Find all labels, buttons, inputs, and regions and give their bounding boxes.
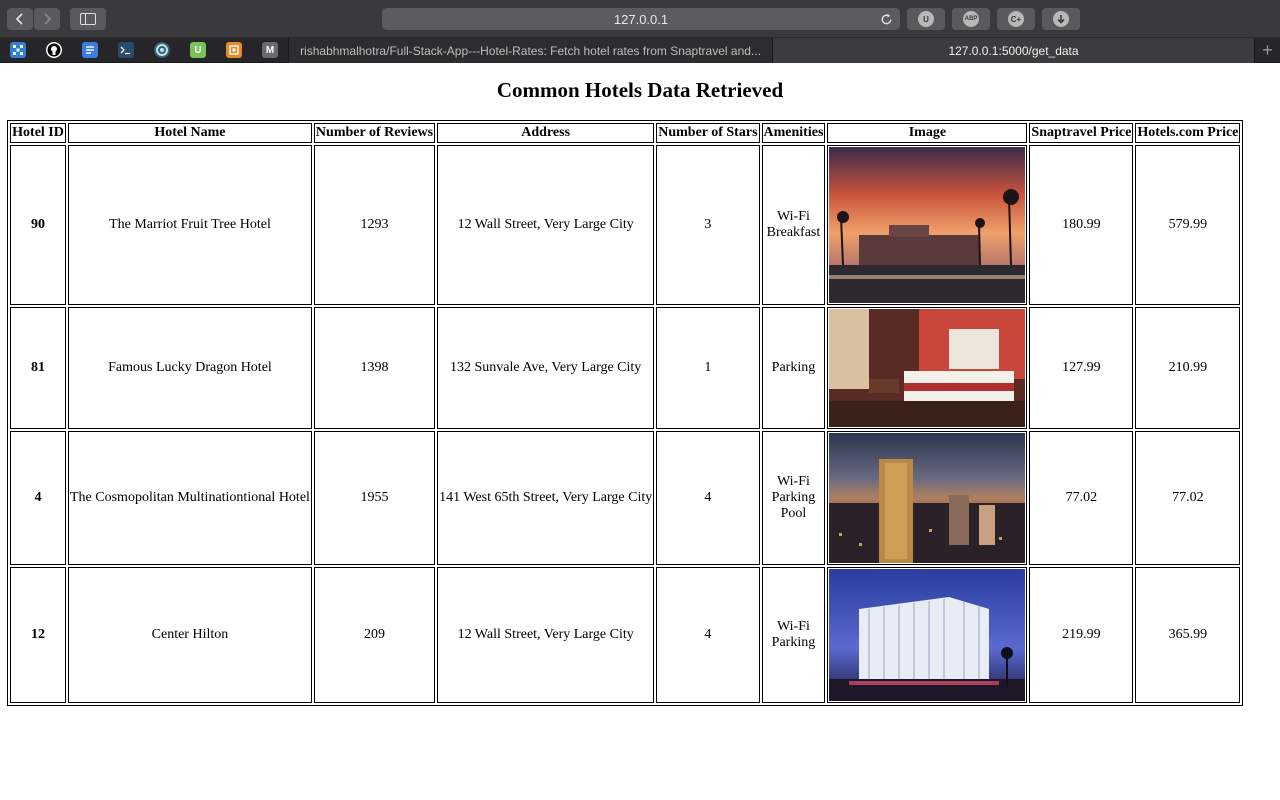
favorite-cube-icon[interactable] <box>226 42 242 58</box>
hotel-name-cell: Center Hilton <box>68 567 312 703</box>
column-header: Number of Reviews <box>313 123 436 143</box>
sidebar-toggle-button[interactable] <box>70 8 106 30</box>
forward-button[interactable] <box>34 8 60 30</box>
amenity: Parking <box>771 360 816 375</box>
hotel-name-cell: The Marriot Fruit Tree Hotel <box>68 145 312 305</box>
hotel-bedroom-photo <box>829 309 1026 427</box>
tab-label: 127.0.0.1:5000/get_data <box>948 43 1079 58</box>
amenities-cell: Parking <box>761 307 826 429</box>
sunset-resort-photo <box>829 147 1026 303</box>
city-tower-night-photo <box>829 433 1026 563</box>
address-cell: 12 Wall Street, Very Large City <box>437 567 655 703</box>
tab-bar: U M rishabhmalhotra/Full-Stack-App---Hot… <box>0 38 1280 63</box>
favorite-terminal-icon[interactable] <box>118 42 134 58</box>
back-button[interactable] <box>7 8 33 30</box>
address-cell: 132 Sunvale Ave, Very Large City <box>437 307 655 429</box>
snaptravel-price-cell: 219.99 <box>1029 567 1134 703</box>
stars-cell: 4 <box>656 567 760 703</box>
amenity: Wi-Fi <box>777 209 810 224</box>
favorite-m-icon[interactable]: M <box>262 42 278 58</box>
page-title: Common Hotels Data Retrieved <box>496 78 784 102</box>
column-header: Address <box>437 123 655 143</box>
new-tab-button[interactable]: + <box>1254 38 1280 63</box>
table-row: 81 Famous Lucky Dragon Hotel 1398 132 Su… <box>10 307 1241 429</box>
table-row: 90 The Marriot Fruit Tree Hotel 1293 12 … <box>10 145 1241 305</box>
address-cell: 141 West 65th Street, Very Large City <box>437 431 655 565</box>
image-cell <box>827 567 1028 703</box>
amenities-cell: Wi-Fi Parking Pool <box>761 431 826 565</box>
favorite-docs-icon[interactable] <box>82 42 98 58</box>
ublock-icon: U <box>918 11 934 27</box>
snaptravel-price-cell: 77.02 <box>1029 431 1134 565</box>
column-header: Amenities <box>761 123 826 143</box>
tab-get-data[interactable]: 127.0.0.1:5000/get_data <box>773 38 1254 63</box>
stars-cell: 1 <box>656 307 760 429</box>
favorite-github-icon[interactable] <box>46 42 62 58</box>
reviews-cell: 1955 <box>313 431 436 565</box>
column-header: Image <box>827 123 1028 143</box>
stars-cell: 4 <box>656 431 760 565</box>
amenity: Breakfast <box>766 225 821 240</box>
amenity: Parking <box>771 490 816 505</box>
hotels-com-price-cell: 210.99 <box>1135 307 1241 429</box>
favorite-grid-icon[interactable] <box>10 42 26 58</box>
snaptravel-price-cell: 127.99 <box>1029 307 1134 429</box>
stars-cell: 3 <box>656 145 760 305</box>
amenities-cell: Wi-Fi Parking <box>761 567 826 703</box>
hotels-table: Hotel ID Hotel Name Number of Reviews Ad… <box>7 120 1244 706</box>
abp-icon: ABP <box>963 11 979 27</box>
adblock-extension-button[interactable]: ABP <box>952 8 990 30</box>
chevron-left-icon <box>15 13 23 25</box>
ublock-extension-button[interactable]: U <box>907 8 945 30</box>
tab-label: rishabhmalhotra/Full-Stack-App---Hotel-R… <box>300 43 761 58</box>
hotel-name-cell: The Cosmopolitan Multinationtional Hotel <box>68 431 312 565</box>
downloads-button[interactable] <box>1042 8 1080 30</box>
image-cell <box>827 307 1028 429</box>
reviews-cell: 209 <box>313 567 436 703</box>
amenity: Parking <box>771 635 816 650</box>
browser-toolbar: 127.0.0.1 U ABP C+ <box>0 0 1280 38</box>
column-header: Hotel Name <box>68 123 312 143</box>
hotel-building-dusk-photo <box>829 569 1026 701</box>
hotels-com-price-cell: 579.99 <box>1135 145 1241 305</box>
column-header: Snaptravel Price <box>1029 123 1134 143</box>
download-icon <box>1053 11 1069 27</box>
hotel-id-cell: 12 <box>10 567 66 703</box>
hotel-id-cell: 81 <box>10 307 66 429</box>
amenity: Pool <box>780 506 807 521</box>
table-header-row: Hotel ID Hotel Name Number of Reviews Ad… <box>10 123 1241 143</box>
hotels-com-price-cell: 77.02 <box>1135 431 1241 565</box>
reviews-cell: 1398 <box>313 307 436 429</box>
reviews-cell: 1293 <box>313 145 436 305</box>
hotel-name-cell: Famous Lucky Dragon Hotel <box>68 307 312 429</box>
hotel-id-cell: 4 <box>10 431 66 565</box>
column-header: Hotel ID <box>10 123 66 143</box>
hotel-id-cell: 90 <box>10 145 66 305</box>
amenity: Wi-Fi <box>777 474 810 489</box>
hotels-com-price-cell: 365.99 <box>1135 567 1241 703</box>
address-cell: 12 Wall Street, Very Large City <box>437 145 655 305</box>
image-cell <box>827 145 1028 305</box>
address-bar[interactable]: 127.0.0.1 <box>382 8 900 30</box>
favorite-swirl-icon[interactable] <box>154 42 170 58</box>
sidebar-icon <box>80 13 96 25</box>
column-header: Number of Stars <box>656 123 760 143</box>
url-text: 127.0.0.1 <box>613 11 669 27</box>
tab-github-repo[interactable]: rishabhmalhotra/Full-Stack-App---Hotel-R… <box>288 38 773 63</box>
amenities-cell: Wi-Fi Breakfast <box>761 145 826 305</box>
reload-icon[interactable] <box>878 11 894 27</box>
snaptravel-price-cell: 180.99 <box>1029 145 1134 305</box>
amenity: Wi-Fi <box>777 619 810 634</box>
chevron-right-icon <box>44 13 52 25</box>
cplus-extension-button[interactable]: C+ <box>997 8 1035 30</box>
column-header: Hotels.com Price <box>1135 123 1241 143</box>
cplus-icon: C+ <box>1008 11 1024 27</box>
image-cell <box>827 431 1028 565</box>
table-row: 12 Center Hilton 209 12 Wall Street, Ver… <box>10 567 1241 703</box>
favorite-u-icon[interactable]: U <box>190 42 206 58</box>
table-row: 4 The Cosmopolitan Multinationtional Hot… <box>10 431 1241 565</box>
